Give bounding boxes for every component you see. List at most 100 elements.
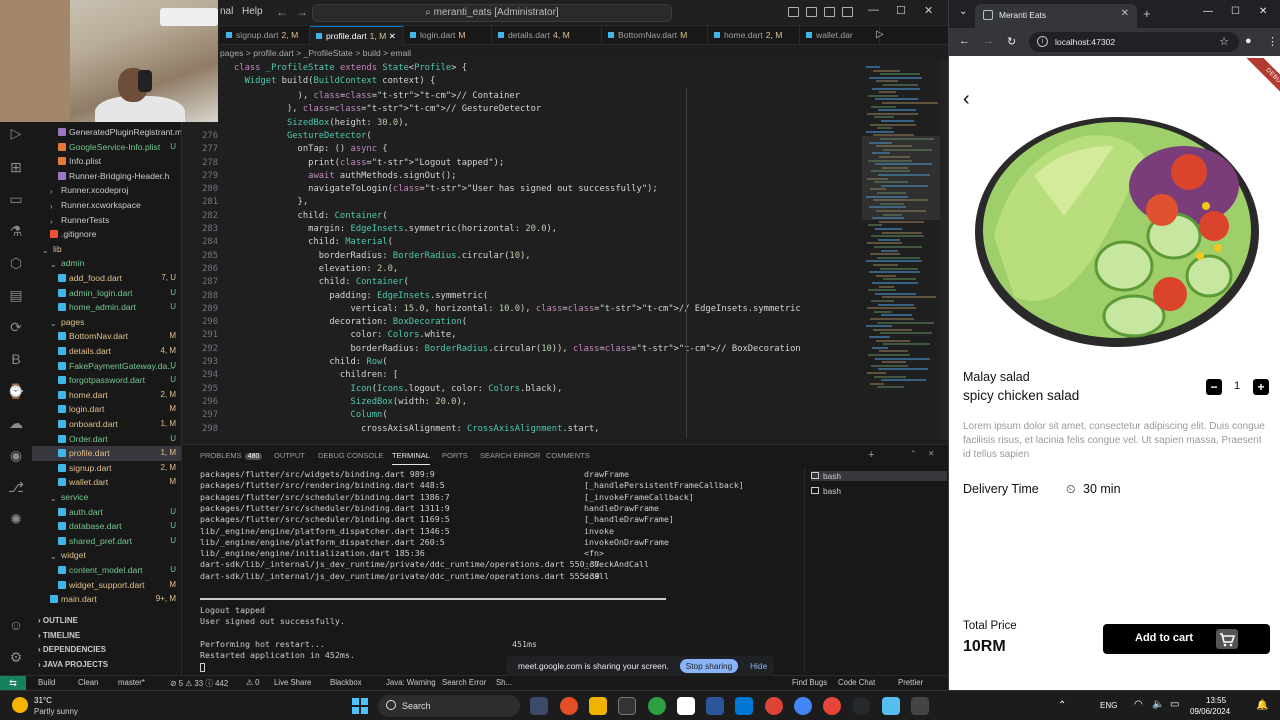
explorer-item[interactable]: FakePaymentGateway.da... U: [32, 359, 181, 374]
run-debug-icon[interactable]: ▷: [7, 124, 25, 142]
mail-app-icon[interactable]: [706, 697, 724, 715]
status-item[interactable]: Clean: [78, 678, 98, 687]
editor-tab[interactable]: profile.dart 1, M ✕: [310, 26, 404, 45]
panel-tab[interactable]: PORTS: [442, 451, 468, 460]
toggle-panel-icon[interactable]: [806, 7, 817, 17]
explorer-item[interactable]: Info.plist: [32, 154, 181, 169]
code-line[interactable]: 283 margin: EdgeInsets.symmetric(horizon…: [182, 223, 862, 236]
explorer-item[interactable]: main.dart 9+, M: [32, 592, 181, 607]
new-terminal-icon[interactable]: +: [868, 449, 874, 461]
sidebar-section[interactable]: › DEPENDENCIES: [32, 643, 181, 657]
editor-tab[interactable]: wallet.dar: [800, 26, 880, 45]
editor-tab[interactable]: login.dart M: [404, 26, 492, 45]
minimap-viewport[interactable]: [862, 136, 940, 220]
code-line[interactable]: SizedBox(height: 30.0),: [182, 117, 862, 130]
clock-date[interactable]: 09/06/2024: [1190, 707, 1230, 716]
terminal-app-icon[interactable]: [618, 697, 636, 715]
sidebar-section[interactable]: › TIMELINE: [32, 629, 181, 643]
code-line[interactable]: 293 child: Row(: [182, 356, 862, 369]
code-line[interactable]: 297 Column(: [182, 409, 862, 422]
status-item[interactable]: Blackbox: [330, 678, 362, 687]
explorer-item[interactable]: › RunnerTests: [32, 213, 181, 228]
android-studio-icon[interactable]: [648, 697, 666, 715]
code-line[interactable]: 282 child: Container(: [182, 210, 862, 223]
status-item[interactable]: ⚠ 0: [246, 678, 260, 687]
close-icon[interactable]: ✕: [924, 4, 933, 17]
explorer-item[interactable]: › Runner.xcworkspace: [32, 198, 181, 213]
explorer-item[interactable]: wallet.dart M: [32, 475, 181, 490]
panel-tab[interactable]: SEARCH ERROR: [480, 451, 540, 460]
profile-icon[interactable]: ●: [1245, 35, 1252, 47]
run-file-icon[interactable]: ▷: [876, 29, 884, 40]
tab-close-icon[interactable]: ✕: [386, 31, 396, 41]
stop-sharing-button[interactable]: Stop sharing: [680, 659, 738, 673]
testing-icon[interactable]: ⚗: [7, 222, 25, 240]
editor-scrollbar[interactable]: [940, 60, 948, 440]
explorer-item[interactable]: › Runner.xcodeproj: [32, 183, 181, 198]
sidebar-section[interactable]: › JAVA PROJECTS: [32, 658, 181, 672]
sidebar-section[interactable]: › OUTLINE: [32, 614, 181, 628]
tab-search-icon[interactable]: ⌄: [959, 6, 967, 17]
chrome-active-icon[interactable]: [794, 697, 812, 715]
teams-app-icon[interactable]: [530, 697, 548, 715]
code-line[interactable]: 280 navigateToLogin(class="t-str">"User …: [182, 183, 862, 196]
weather-sun-icon[interactable]: [12, 697, 28, 713]
weather-description[interactable]: Partly sunny: [34, 707, 78, 716]
remote-explorer-icon[interactable]: ▭: [7, 190, 25, 208]
explorer-item[interactable]: Runner-Bridging-Header.h: [32, 169, 181, 184]
status-item[interactable]: Sh...: [496, 678, 512, 687]
explorer-item[interactable]: ⌄ service: [32, 490, 181, 505]
code-line[interactable]: 287 child: Container(: [182, 276, 862, 289]
explorer-item[interactable]: add_food.dart 7, U: [32, 271, 181, 286]
status-item[interactable]: Find Bugs: [792, 678, 827, 687]
editor-tab[interactable]: home.dart 2, M: [708, 26, 800, 45]
app-icon[interactable]: [911, 697, 929, 715]
browser-tab-meranti-eats[interactable]: Meranti Eats ✕: [975, 4, 1137, 28]
status-item[interactable]: Build: [38, 678, 55, 687]
explorer-item[interactable]: forgotpassword.dart U: [32, 373, 181, 388]
explorer-item[interactable]: BottomNav.dart M: [32, 329, 181, 344]
back-arrow-icon[interactable]: ←: [276, 5, 288, 19]
settings-gear-icon[interactable]: ⚙: [7, 648, 25, 666]
explorer-item[interactable]: database.dart U: [32, 519, 181, 534]
store-app-icon[interactable]: [677, 697, 695, 715]
explorer-item[interactable]: ⌄ widget: [32, 548, 181, 563]
chrome-maximize-icon[interactable]: ☐: [1231, 6, 1240, 17]
live-share-icon[interactable]: ⟳: [7, 318, 25, 336]
explorer-item[interactable]: ⌄ pages: [32, 315, 181, 330]
timeline-icon[interactable]: ⌚: [7, 382, 25, 400]
explorer-item[interactable]: login.dart M: [32, 402, 181, 417]
chrome-menu-icon[interactable]: ⋮: [1267, 35, 1278, 48]
chrome-profile-icon[interactable]: [765, 697, 783, 715]
explorer-item[interactable]: GoogleService-Info.plist U: [32, 140, 181, 155]
code-line[interactable]: 277 onTap: () async {: [182, 143, 862, 156]
minimize-icon[interactable]: —: [868, 4, 879, 16]
explorer-item[interactable]: shared_pref.dart U: [32, 534, 181, 549]
decrease-quantity-button[interactable]: −: [1206, 379, 1222, 395]
status-item[interactable]: ⊘ 5 ⚠ 33 ⓘ 442: [170, 678, 228, 689]
chatgpt-icon[interactable]: ✺: [7, 510, 25, 528]
chrome-app-icon[interactable]: [560, 697, 578, 715]
docker-icon[interactable]: ⬡: [7, 254, 25, 272]
code-line[interactable]: 292 borderRadius: BorderRadius.circular(…: [182, 343, 862, 356]
taskbar-search[interactable]: Search: [378, 695, 520, 717]
terminal-instance[interactable]: bash: [811, 486, 841, 496]
sticky-scroll-line[interactable]: Widget build(BuildContext context) {: [182, 75, 862, 89]
clock-time[interactable]: 13:55: [1206, 696, 1226, 705]
account-icon[interactable]: ☺: [7, 616, 25, 634]
customize-layout-icon[interactable]: [842, 7, 853, 17]
code-line[interactable]: 291 color: Colors.white,: [182, 329, 862, 342]
weather-temperature[interactable]: 31°C: [34, 696, 52, 705]
bookmark-star-icon[interactable]: ☆: [1219, 35, 1229, 48]
explorer-item[interactable]: admin_login.dart U: [32, 286, 181, 301]
panel-tab[interactable]: DEBUG CONSOLE: [318, 451, 383, 460]
explorer-item[interactable]: Order.dart U: [32, 432, 181, 447]
reload-icon[interactable]: ↻: [1007, 35, 1016, 48]
code-line[interactable]: ), class=class="t-str">"t-cm">// Contain…: [182, 90, 862, 103]
bookmark-icon[interactable]: B: [7, 350, 25, 368]
toggle-secondary-sidebar-icon[interactable]: [824, 7, 835, 17]
code-editor[interactable]: class _ProfileState extends State<Profil…: [182, 60, 862, 440]
explorer-item[interactable]: GeneratedPluginRegistrant.m: [32, 125, 181, 140]
explorer-item[interactable]: ⌄ admin: [32, 256, 181, 271]
copilot-icon[interactable]: ◉: [7, 446, 25, 464]
